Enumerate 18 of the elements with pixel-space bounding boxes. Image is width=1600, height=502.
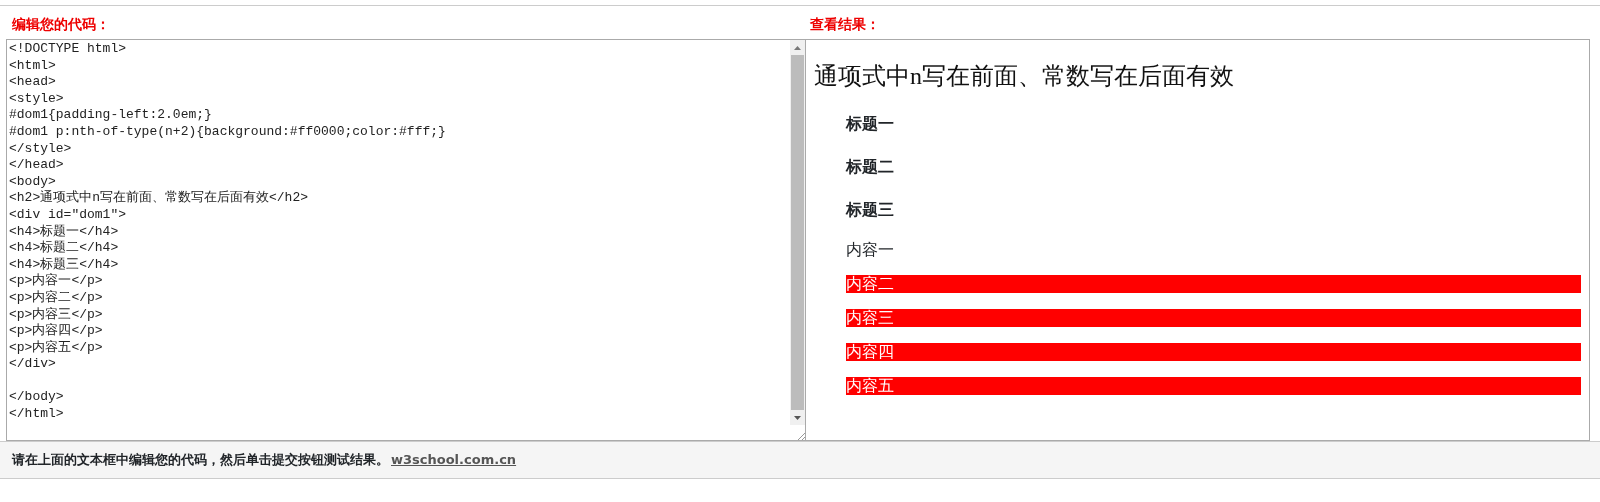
resize-grip-icon[interactable]: [797, 432, 805, 440]
section-heading: 标题一: [846, 114, 895, 134]
result-title: 查看结果：: [809, 15, 881, 34]
highlighted-paragraph: 内容四: [846, 343, 1581, 361]
section-heading: 标题三: [846, 200, 895, 220]
scroll-down-icon[interactable]: [794, 415, 801, 420]
highlighted-paragraph: 内容五: [846, 377, 1581, 395]
scroll-up-icon[interactable]: [794, 45, 801, 50]
paragraph: 内容一: [846, 241, 895, 259]
scrollbar[interactable]: [790, 40, 805, 440]
code-editor-field[interactable]: <!DOCTYPE html> <html> <head> <style> #dom1{padding-left:2.0em;} #dom1 p:nth-of-type(n+2){background:#ff0000;color:#fff;} </style> </head> <body> <h2>通项式中n写在前面、常数写在后面有效</h2> <div id="dom1"> <h4>标题一</h4> <h4>标题二</h4> <h4>标题三</h4> <p>内容一</p> <p>内容二</p> <p>内容三</p> <p>内容四</p> <p>内容五</p> </div> </body> </html>: [6, 39, 806, 441]
highlighted-paragraph: 内容三: [846, 309, 1581, 327]
result-heading: 通项式中n写在前面、常数写在后面有效: [814, 62, 1235, 91]
section-heading: 标题二: [846, 157, 895, 177]
editor-title: 编辑您的代码：: [11, 15, 111, 34]
highlighted-paragraph: 内容二: [846, 275, 1581, 293]
instruction-text: 请在上面的文本框中编辑您的代码，然后单击提交按钮测试结果。: [12, 451, 389, 470]
site-link[interactable]: w3school.com.cn: [391, 450, 517, 470]
